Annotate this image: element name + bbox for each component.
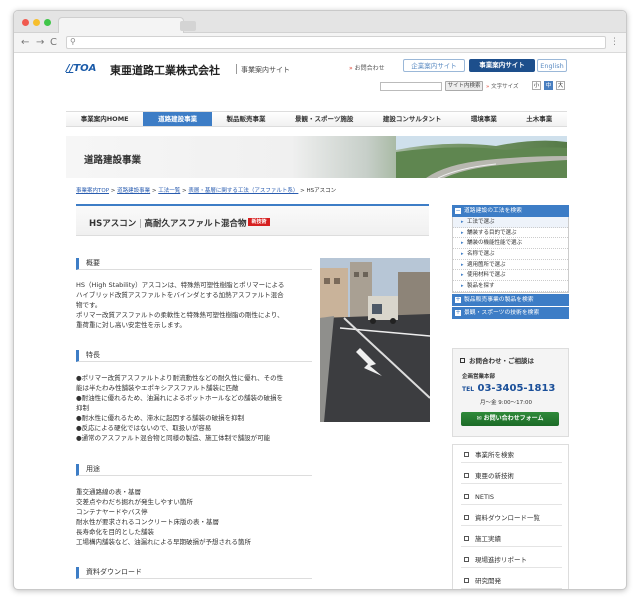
bullet-icon: ▸ xyxy=(461,219,464,225)
sidebar-product-search-heading[interactable]: + 製品販売事業の製品を検索 xyxy=(452,293,569,306)
font-size-large-button[interactable]: 大 xyxy=(556,81,565,90)
site-search-button[interactable]: サイト内検索 xyxy=(445,81,483,91)
link-new-technology[interactable]: 東亜の新技術 xyxy=(461,468,562,484)
downloads-heading: 資料ダウンロード xyxy=(76,567,312,579)
sidebar-landscape-search-heading[interactable]: + 景観・スポーツの技術を検索 xyxy=(452,306,569,319)
address-bar[interactable]: ⚲ xyxy=(66,36,606,49)
english-site-button[interactable]: English xyxy=(537,59,567,72)
contact-hours: 月〜金 9:00〜17:00 xyxy=(480,400,532,406)
link-site-progress-report[interactable]: 現場進捗リポート xyxy=(461,552,562,568)
site-subtitle: 事業案内サイト xyxy=(241,66,290,74)
browser-menu-icon[interactable]: ⋮ xyxy=(610,37,619,47)
font-size-label: » 文字サイズ xyxy=(486,84,519,90)
square-icon xyxy=(464,578,469,583)
overview-text: HS（High Stability）アスコンは、特殊熱可塑性樹脂とポリマーによる… xyxy=(76,281,285,329)
browser-tabbar xyxy=(14,11,626,33)
sidebar-item-by-function[interactable]: ▸ 舗装の機能性能で選ぶ xyxy=(453,238,568,250)
nav-item-environment[interactable]: 環境事業 xyxy=(456,112,511,126)
sidebar-item-by-method[interactable]: ▸ 工法で選ぶ xyxy=(453,217,568,228)
bullet-icon: ▸ xyxy=(461,229,464,236)
browser-tab[interactable] xyxy=(58,17,184,33)
square-icon xyxy=(460,358,465,363)
square-icon xyxy=(464,536,469,541)
logo-divider xyxy=(236,64,237,74)
nav-item-road-construction[interactable]: 道路建設事業 xyxy=(143,112,212,126)
bullet-icon: ▸ xyxy=(461,251,464,258)
square-icon xyxy=(464,473,469,478)
square-icon xyxy=(464,515,469,520)
bullet-icon: ▸ xyxy=(461,261,464,268)
close-window-button[interactable] xyxy=(22,19,29,26)
global-nav: 事業案内HOME 道路建設事業 製品販売事業 景観・スポーツ施設 建設コンサルタ… xyxy=(66,111,567,127)
breadcrumb-current: HSアスコン xyxy=(306,188,337,194)
bullet-icon: ▸ xyxy=(461,283,464,290)
highway-landscape-image xyxy=(396,136,567,178)
link-research-development[interactable]: 研究開発 xyxy=(461,573,562,589)
nav-item-consulting[interactable]: 建設コンサルタント xyxy=(368,112,456,126)
plus-icon: + xyxy=(455,295,461,303)
square-icon xyxy=(464,494,469,499)
breadcrumb-link[interactable]: 事業案内TOP xyxy=(76,188,109,194)
nav-item-home[interactable]: 事業案内HOME xyxy=(66,112,143,126)
square-icon xyxy=(464,557,469,562)
link-office-search[interactable]: 事業所を検索 xyxy=(461,447,562,463)
nav-item-landscape-sports[interactable]: 景観・スポーツ施設 xyxy=(280,112,368,126)
product-title: HSアスコン | 高耐久アスファルト混合物 xyxy=(89,219,247,229)
minus-icon: − xyxy=(455,207,461,214)
corporate-site-button[interactable]: 企業案内サイト xyxy=(403,59,465,72)
reload-icon[interactable]: C xyxy=(50,37,57,48)
nav-item-product-sales[interactable]: 製品販売事業 xyxy=(212,112,280,126)
breadcrumb-link[interactable]: 道路建設事業 xyxy=(117,188,150,194)
section-banner xyxy=(66,136,567,178)
sidebar-links: 事業所を検索 東亜の新技術 NETIS 資料ダウンロード一覧 施工実績 現場進捗… xyxy=(452,444,569,589)
square-icon xyxy=(464,452,469,457)
maximize-window-button[interactable] xyxy=(44,19,51,26)
browser-window: ← → C ⚲ ⋮ //TOA 東亜道路工業株式会社 事業案内サイト » お問合… xyxy=(13,10,627,590)
uses-text: 重交通路線の表・基層 交差点やわだち掘れが発生しやすい箇所 コンテナヤードやバス… xyxy=(76,488,251,546)
forward-icon[interactable]: → xyxy=(36,37,44,48)
breadcrumb: 事業案内TOP > 道路建設事業 > 工法一覧 > 表層・基層に関する工法（アス… xyxy=(76,188,337,194)
minimize-window-button[interactable] xyxy=(33,19,40,26)
font-size-medium-button[interactable]: 中 xyxy=(544,81,553,90)
plus-icon: + xyxy=(455,308,461,316)
sidebar-method-search-heading[interactable]: − 道路建設の工法を検索 xyxy=(452,205,569,217)
web-page: //TOA 東亜道路工業株式会社 事業案内サイト » お問合わせ 企業案内サイト… xyxy=(14,54,626,589)
sidebar-item-find-product[interactable]: ▸ 製品を探す xyxy=(453,281,568,292)
link-netis[interactable]: NETIS xyxy=(461,489,562,505)
link-construction-results[interactable]: 施工実績 xyxy=(461,531,562,547)
contact-phone: TEL 03-3405-1813 xyxy=(462,383,556,394)
uses-heading: 用途 xyxy=(76,464,312,476)
sidebar-item-by-location[interactable]: ▸ 適用箇所で選ぶ xyxy=(453,259,568,271)
contact-title: お問合わせ・ご相談は xyxy=(460,355,534,365)
business-site-button[interactable]: 事業案内サイト xyxy=(469,59,535,72)
company-name[interactable]: 東亜道路工業株式会社 xyxy=(110,62,220,78)
banner-title: 道路建設事業 xyxy=(84,155,142,166)
breadcrumb-link[interactable]: 工法一覧 xyxy=(158,188,180,194)
features-text: ●ポリマー改質アスファルトより耐流動性などの耐久性に優れ、その性 能は半たわみ性… xyxy=(76,374,284,442)
sidebar-item-by-purpose[interactable]: ▸ 舗装する目的で選ぶ xyxy=(453,227,568,239)
contact-link[interactable]: » お問合わせ xyxy=(349,63,385,72)
search-icon: ⚲ xyxy=(70,37,76,46)
features-heading: 特長 xyxy=(76,350,312,362)
logo-mark[interactable]: //TOA xyxy=(66,63,96,74)
browser-toolbar: ← → C ⚲ ⋮ xyxy=(14,33,626,53)
new-tab-button[interactable] xyxy=(180,21,196,31)
road-truck-photo xyxy=(320,258,430,422)
nav-item-civil-engineering[interactable]: 土木事業 xyxy=(512,112,567,126)
new-technology-badge: 新技術 xyxy=(248,218,270,226)
breadcrumb-link[interactable]: 表層・基層に関する工法（アスファルト系） xyxy=(188,188,298,194)
contact-office: 企画営業本部 xyxy=(462,374,496,380)
overview-heading: 概要 xyxy=(76,258,312,270)
site-search-input[interactable] xyxy=(380,82,442,91)
bullet-icon: ▸ xyxy=(461,272,464,279)
font-size-small-button[interactable]: 小 xyxy=(532,81,541,90)
sidebar-item-by-material[interactable]: ▸ 使用材料で選ぶ xyxy=(453,270,568,282)
sidebar-method-search: − 道路建設の工法を検索 ▸ 工法で選ぶ ▸ 舗装する目的で選ぶ ▸ 舗装の機能性能で選… xyxy=(452,205,569,319)
mail-icon: ✉ xyxy=(476,415,484,422)
sidebar-item-by-name[interactable]: ▸ 名称で選ぶ xyxy=(453,249,568,260)
link-download-list[interactable]: 資料ダウンロード一覧 xyxy=(461,510,562,526)
back-icon[interactable]: ← xyxy=(21,37,29,48)
contact-form-button[interactable]: ✉ お問い合わせフォーム xyxy=(461,412,559,426)
bullet-icon: ▸ xyxy=(461,240,464,247)
